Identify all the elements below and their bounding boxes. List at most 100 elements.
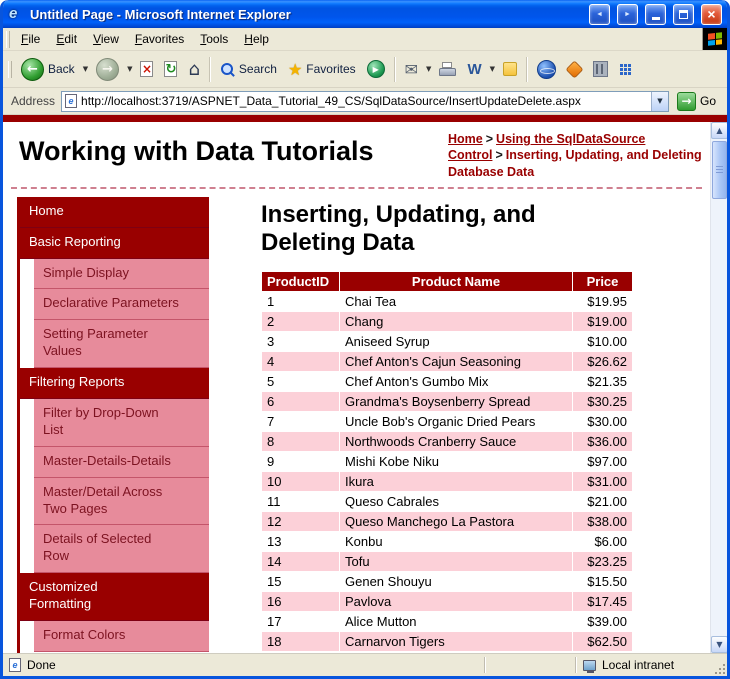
go-button[interactable]: → Go [675,92,723,111]
cell-productid: 18 [262,632,340,652]
cell-productid: 6 [262,392,340,412]
back-dropdown[interactable]: ▼ [81,65,90,73]
table-row: 6Grandma's Boysenberry Spread$30.25 [262,392,633,412]
edit-dropdown[interactable]: ▼ [488,65,497,73]
favorites-button[interactable]: ★ Favorites [283,57,361,82]
stop-button[interactable]: × [135,58,158,80]
sidebar-item-details-of-selected-row[interactable]: Details of Selected Row [34,525,209,573]
back-button[interactable]: ← Back [16,55,80,84]
table-row: 7Uncle Bob's Organic Dried Pears$30.00 [262,412,633,432]
column-header-productid: ProductID [262,272,340,292]
sidebar-item-basic-reporting[interactable]: Basic Reporting [20,228,209,259]
status-separator [484,657,486,673]
extra-window-button-1[interactable]: ◄ [589,4,610,25]
print-button[interactable] [434,59,461,79]
media-button[interactable]: ▶ [362,57,390,81]
sidebar-item-declarative-parameters[interactable]: Declarative Parameters [34,289,209,320]
search-label: Search [239,62,277,76]
extra-window-button-2[interactable]: ► [617,4,638,25]
home-button[interactable]: ⌂ [183,56,204,83]
column-header-product-name: Product Name [340,272,573,292]
cell-product-name: Chai Tea [340,292,573,312]
search-button[interactable]: Search [215,59,282,80]
close-button[interactable]: × [701,4,722,25]
sidebar-item-format-colors[interactable]: Format Colors [34,621,209,652]
vertical-scrollbar[interactable]: ▲ ▼ [710,122,727,653]
address-url[interactable]: http://localhost:3719/ASPNET_Data_Tutori… [81,94,647,108]
scroll-up-button[interactable]: ▲ [711,122,727,139]
toolbar-separator [394,57,396,82]
sidebar-item-simple-display[interactable]: Simple Display [34,259,209,290]
research-button[interactable] [588,58,613,80]
cell-product-name: Uncle Bob's Organic Dried Pears [340,412,573,432]
sidebar-item-home[interactable]: Home [20,197,209,228]
sidebar-item-setting-parameter-values[interactable]: Setting Parameter Values [34,320,209,368]
discuss-button[interactable] [498,59,522,79]
cell-price: $23.25 [573,552,633,572]
menu-items: FileEditViewFavoritesToolsHelp [13,29,277,49]
globe-icon [537,60,556,79]
table-row: 17Alice Mutton$39.00 [262,612,633,632]
column-header-price: Price [573,272,633,292]
sidebar-item-filtering-reports[interactable]: Filtering Reports [20,368,209,399]
title-bar[interactable]: e Untitled Page - Microsoft Internet Exp… [3,0,727,28]
menu-help[interactable]: Help [236,29,277,49]
maximize-button[interactable] [673,4,694,25]
sidebar-item-master-details-details[interactable]: Master-Details-Details [34,447,209,478]
quick-launch-button[interactable] [614,60,637,79]
mail-dropdown[interactable]: ▼ [424,65,433,73]
breadcrumb-home-link[interactable]: Home [448,132,483,146]
minimize-icon [652,17,660,20]
status-empty-pane [488,654,573,676]
menu-grip[interactable] [6,31,10,48]
table-row: 1Chai Tea$19.95 [262,292,633,312]
media-icon: ▶ [367,60,385,78]
resize-grip[interactable] [713,662,726,675]
messenger-button[interactable] [532,57,561,82]
main-content: Inserting, Updating, and Deleting Data P… [209,197,710,653]
breadcrumb-separator: > [486,132,493,146]
table-row: 2Chang$19.00 [262,312,633,332]
cell-price: $17.45 [573,592,633,612]
cell-product-name: Aniseed Syrup [340,332,573,352]
sidebar-item-customized-formatting[interactable]: Customized Formatting [20,573,209,621]
msn-button[interactable] [562,59,587,80]
site-title: Working with Data Tutorials [19,128,448,180]
menu-favorites[interactable]: Favorites [127,29,192,49]
menu-edit[interactable]: Edit [48,29,85,49]
sidebar-item-master-detail-across-two-pages[interactable]: Master/Detail Across Two Pages [34,478,209,526]
windows-flag-icon [708,32,722,45]
cell-price: $36.00 [573,432,633,452]
table-row: 4Chef Anton's Cajun Seasoning$26.62 [262,352,633,372]
edit-word-button[interactable]: W [462,58,486,81]
address-input[interactable]: e http://localhost:3719/ASPNET_Data_Tuto… [61,91,669,112]
security-zone-label: Local intranet [602,658,674,672]
forward-button[interactable]: → [91,55,124,84]
table-row: 18Carnarvon Tigers$62.50 [262,632,633,652]
table-row: 14Tofu$23.25 [262,552,633,572]
menu-file[interactable]: File [13,29,48,49]
refresh-button[interactable]: ↻ [159,58,182,80]
cell-productid: 3 [262,332,340,352]
sidebar-item-filter-by-drop-down-list[interactable]: Filter by Drop-Down List [34,399,209,447]
toolbar-grip[interactable] [8,61,12,78]
table-row: 8Northwoods Cranberry Sauce$36.00 [262,432,633,452]
cell-productid: 7 [262,412,340,432]
products-table-header-row: ProductIDProduct NamePrice [262,272,633,292]
products-table-body: 1Chai Tea$19.952Chang$19.003Aniseed Syru… [262,292,633,652]
menu-tools[interactable]: Tools [192,29,236,49]
page-title: Inserting, Updating, and Deleting Data [261,201,621,258]
forward-dropdown[interactable]: ▼ [125,65,134,73]
go-icon: → [677,92,696,111]
scrollbar-thumb[interactable] [712,141,727,199]
menu-view[interactable]: View [85,29,127,49]
cell-product-name: Chang [340,312,573,332]
cell-price: $97.00 [573,452,633,472]
table-row: 15Genen Shouyu$15.50 [262,572,633,592]
address-dropdown[interactable]: ▼ [651,92,668,111]
grid-icon [619,63,632,76]
mail-button[interactable]: ✉ [400,57,423,82]
scroll-down-button[interactable]: ▼ [711,636,727,653]
back-icon: ← [21,58,44,81]
minimize-button[interactable] [645,4,666,25]
